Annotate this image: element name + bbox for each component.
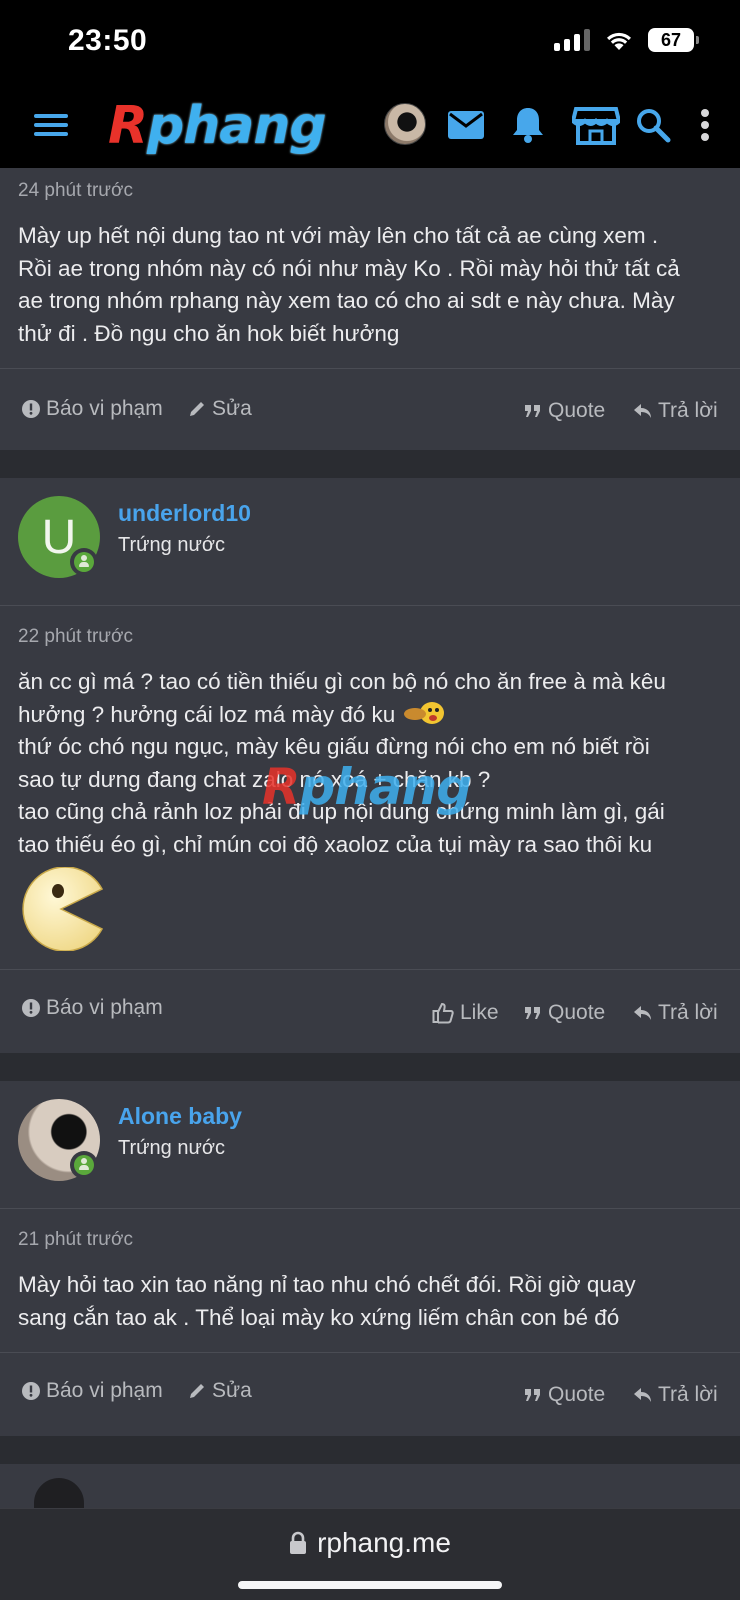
author-name[interactable]: Alone baby (118, 1103, 242, 1130)
reply-icon (634, 1006, 651, 1020)
search-icon[interactable] (630, 102, 676, 148)
more-icon[interactable] (682, 102, 728, 148)
pencil-icon (190, 402, 204, 416)
post: U underlord10 Trứng nước 22 phút trước ă… (0, 478, 740, 1053)
reply-icon (634, 1388, 651, 1402)
like-button[interactable]: Like (432, 1001, 499, 1025)
post-body: ăn cc gì má ? tao có tiền thiếu gì con b… (18, 666, 722, 861)
battery-icon: 67 (648, 28, 699, 52)
post-line: sang cắn tao ak . Thể loại mày ko xứng l… (18, 1304, 620, 1330)
thumbs-up-icon (432, 1002, 454, 1024)
post-time[interactable]: 24 phút trước (18, 180, 722, 202)
report-label: Báo vi phạm (46, 996, 163, 1019)
post-body: Mày hỏi tao xin tao năng nỉ tao nhu chó … (18, 1269, 722, 1334)
url-text: rphang.me (317, 1527, 451, 1558)
url-display[interactable]: rphang.me (0, 1527, 740, 1559)
like-label: Like (460, 1001, 499, 1024)
reply-label: Trả lời (658, 1001, 718, 1024)
lock-icon (290, 1531, 307, 1554)
status-indicators: 67 (554, 28, 699, 52)
pacman-emoji-icon (18, 866, 104, 952)
edit-label: Sửa (212, 397, 252, 420)
quote-button[interactable]: Quote (524, 1383, 605, 1407)
quote-icon (525, 1007, 540, 1019)
store-icon[interactable] (570, 102, 622, 148)
reply-button[interactable]: Trả lời (634, 1001, 718, 1025)
logo-text: phang (147, 96, 327, 156)
quote-label: Quote (548, 1001, 606, 1024)
alert-icon (22, 999, 40, 1017)
menu-icon[interactable] (34, 110, 68, 140)
reply-label: Trả lời (658, 399, 718, 422)
status-bar: 23:50 67 (0, 0, 740, 84)
report-button[interactable]: Báo vi phạm (22, 996, 163, 1020)
report-button[interactable]: Báo vi phạm (22, 397, 163, 421)
quote-icon (525, 405, 540, 417)
reply-icon (634, 404, 651, 418)
post-separator (0, 1053, 740, 1081)
online-status-icon (70, 1151, 98, 1179)
report-button[interactable]: Báo vi phạm (22, 1379, 163, 1403)
post (0, 1464, 740, 1508)
signal-icon (554, 29, 590, 51)
user-avatar[interactable] (384, 103, 426, 145)
quote-button[interactable]: Quote (524, 1001, 605, 1025)
alert-icon (22, 400, 40, 418)
post-line: ăn cc gì má ? tao có tiền thiếu gì con b… (18, 669, 666, 694)
post-author: Alone baby Trứng nước (0, 1081, 740, 1209)
post-line: hưởng ? hưởng cái loz má mày đó ku (18, 699, 722, 732)
post-line: sao tự dưng đang chat zalo nó xoá + chặn… (18, 766, 491, 792)
site-logo[interactable]: Rphang (108, 94, 327, 158)
post-line: thứ óc chó ngu ngục, mày kêu giấu đừng n… (18, 734, 650, 759)
alert-icon (22, 1382, 40, 1400)
post-actions: Báo vi phạm Sửa Quote Trả lời (0, 1352, 740, 1436)
post-author: U underlord10 Trứng nước (0, 478, 740, 606)
quote-icon (525, 1389, 540, 1401)
post-time[interactable]: 21 phút trước (18, 1229, 722, 1251)
bell-icon[interactable] (505, 102, 551, 148)
reply-label: Trả lời (658, 1383, 718, 1406)
post-line: tao cũng chả rảnh loz phải đi up nội dun… (18, 799, 665, 824)
post-actions: Báo vi phạm Sửa Quote Trả lời (0, 368, 740, 450)
post-line: tao thiếu éo gì, chỉ mún coi độ xaoloz c… (18, 831, 653, 857)
post: Alone baby Trứng nước 21 phút trước Mày … (0, 1081, 740, 1436)
thread-content[interactable]: 24 phút trước Mày up hết nội dung tao nt… (0, 168, 740, 1508)
report-label: Báo vi phạm (46, 397, 163, 420)
reply-button[interactable]: Trả lời (634, 399, 718, 423)
pencil-icon (190, 1384, 204, 1398)
logo-letter: R (108, 96, 148, 156)
quote-button[interactable]: Quote (524, 399, 605, 423)
post-actions: Báo vi phạm Like Quote Trả lời (0, 969, 740, 1053)
post-line: thử đi . Đồ ngu cho ăn hok biết hưởng (18, 320, 400, 346)
author-title: Trứng nước (118, 534, 225, 556)
browser-address-bar[interactable]: rphang.me (0, 1508, 740, 1600)
post-line: ae trong nhóm rphang này xem tao có cho … (18, 288, 675, 313)
quote-label: Quote (548, 1383, 606, 1406)
author-title: Trứng nước (118, 1137, 225, 1159)
online-status-icon (70, 548, 98, 576)
edit-label: Sửa (212, 1379, 252, 1402)
dog-emoji-icon (402, 700, 448, 724)
post-time[interactable]: 22 phút trước (18, 626, 722, 648)
wifi-icon (607, 32, 631, 50)
post-line-text: hưởng ? hưởng cái loz má mày đó ku (18, 701, 396, 727)
reply-button[interactable]: Trả lời (634, 1383, 718, 1407)
post-separator (0, 450, 740, 478)
author-avatar[interactable] (34, 1478, 84, 1508)
edit-button[interactable]: Sửa (188, 397, 252, 421)
mail-icon[interactable] (443, 102, 489, 148)
report-label: Báo vi phạm (46, 1379, 163, 1402)
post: 24 phút trước Mày up hết nội dung tao nt… (0, 168, 740, 450)
home-indicator[interactable] (238, 1581, 502, 1589)
author-name[interactable]: underlord10 (118, 500, 251, 527)
post-line: Mày up hết nội dung tao nt với mày lên c… (18, 223, 659, 248)
post-separator (0, 1436, 740, 1464)
status-time: 23:50 (68, 24, 148, 57)
quote-label: Quote (548, 399, 606, 422)
edit-button[interactable]: Sửa (188, 1379, 252, 1403)
post-body: Mày up hết nội dung tao nt với mày lên c… (18, 220, 722, 350)
post-line: Mày hỏi tao xin tao năng nỉ tao nhu chó … (18, 1272, 636, 1297)
app-header: Rphang (0, 84, 740, 168)
post-line: Rồi ae trong nhóm này có nói như mày Ko … (18, 255, 680, 281)
